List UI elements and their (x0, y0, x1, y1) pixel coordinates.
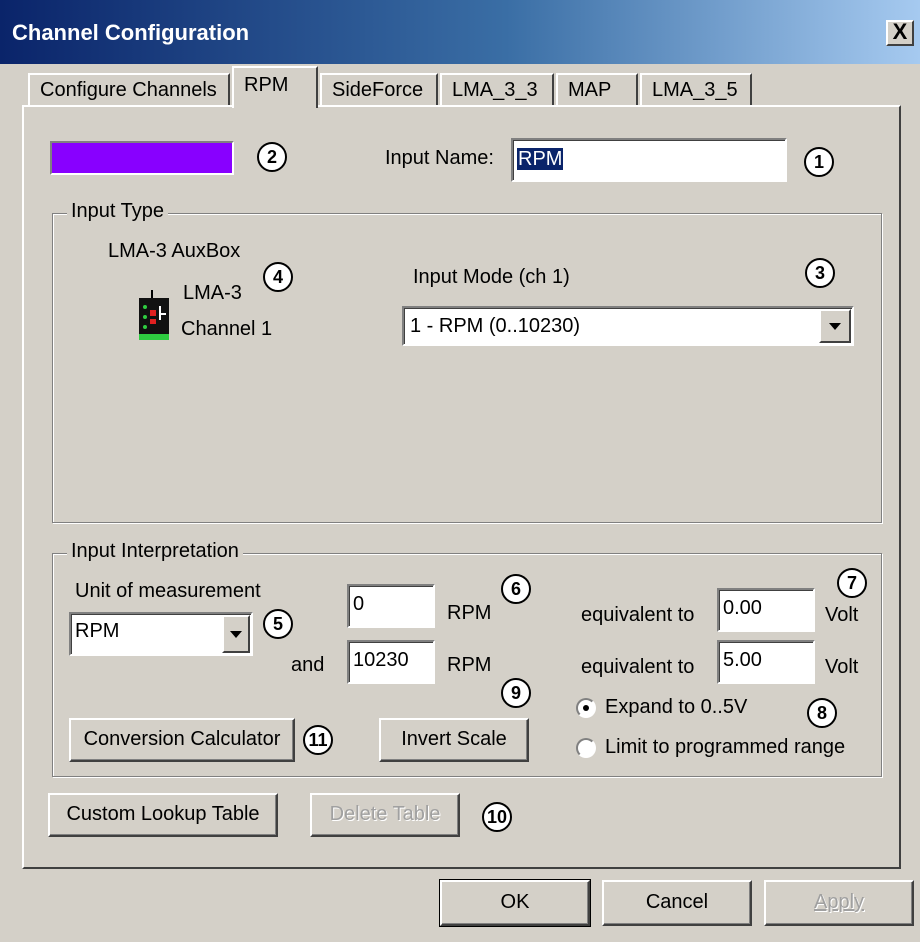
tab-label: Configure Channels (40, 79, 217, 101)
apply-button[interactable]: Apply (764, 880, 914, 926)
input-mode-label: Input Mode (ch 1) (413, 266, 570, 288)
input-type-legend: Input Type (67, 200, 169, 223)
range-max-field[interactable]: 10230 (347, 640, 435, 684)
input-name-label: Input Name: (385, 147, 494, 169)
radio-limit-label[interactable]: Limit to programmed range (605, 736, 845, 759)
tab-label: SideForce (332, 79, 424, 101)
chevron-down-icon (829, 323, 841, 330)
radio-selected-dot (583, 705, 589, 711)
tab-lma-3-5[interactable]: LMA_3_5 (640, 73, 752, 105)
range-max-unit: RPM (447, 654, 492, 676)
equivalent-to-label-1: equivalent to (581, 604, 695, 626)
volt-min-value: 0.00 (723, 597, 762, 619)
radio-limit[interactable] (576, 738, 596, 758)
tab-label: MAP (568, 79, 612, 101)
tab-map[interactable]: MAP (556, 73, 638, 105)
callout-marker-10: 10 (482, 802, 512, 832)
radio-expand-label[interactable]: Expand to 0..5V (605, 696, 747, 719)
cancel-button[interactable]: Cancel (602, 880, 752, 926)
input-name-field[interactable]: RPM (511, 138, 787, 182)
invert-scale-button[interactable]: Invert Scale (379, 718, 529, 762)
range-max-value: 10230 (353, 649, 409, 671)
tab-label: LMA_3_5 (652, 79, 738, 101)
window-title: Channel Configuration (12, 20, 250, 45)
ok-button[interactable]: OK (439, 879, 591, 927)
input-mode-dropdown-button[interactable] (819, 309, 851, 343)
radio-expand[interactable] (576, 698, 596, 718)
callout-marker-11: 11 (303, 725, 333, 755)
unit-of-measurement-value: RPM (75, 620, 120, 642)
unit-of-measurement-select[interactable]: RPM (69, 612, 253, 656)
tab-sideforce[interactable]: SideForce (320, 73, 438, 105)
callout-marker-8: 8 (807, 698, 837, 728)
callout-marker-3: 3 (805, 258, 835, 288)
callout-marker-6: 6 (501, 574, 531, 604)
callout-marker-5: 5 (263, 609, 293, 639)
lma3-device-icon (137, 290, 171, 342)
tab-lma-3-3[interactable]: LMA_3_3 (440, 73, 554, 105)
input-mode-value: 1 - RPM (0..10230) (410, 315, 581, 337)
range-min-unit: RPM (447, 602, 492, 624)
tab-label: RPM (244, 74, 289, 96)
input-interpretation-legend: Input Interpretation (67, 540, 243, 563)
range-min-value: 0 (353, 593, 365, 615)
unit-dropdown-button[interactable] (222, 615, 250, 653)
input-mode-select[interactable]: 1 - RPM (0..10230) (402, 306, 854, 346)
custom-lookup-table-button[interactable]: Custom Lookup Table (48, 793, 278, 837)
tab-configure-channels[interactable]: Configure Channels (28, 73, 230, 105)
and-label: and (291, 654, 325, 676)
title-bar: Channel Configuration X (0, 0, 920, 64)
equivalent-to-label-2: equivalent to (581, 656, 695, 678)
callout-marker-7: 7 (837, 568, 867, 598)
tab-rpm[interactable]: RPM (232, 66, 318, 108)
callout-marker-2: 2 (257, 142, 287, 172)
device-title: LMA-3 AuxBox (108, 240, 241, 262)
device-name: LMA-3 (183, 282, 242, 304)
volt-max-value: 5.00 (723, 649, 762, 671)
volt-unit-2: Volt (825, 656, 859, 678)
input-name-value: RPM (517, 148, 564, 170)
callout-marker-1: 1 (804, 147, 834, 177)
range-min-field[interactable]: 0 (347, 584, 435, 628)
callout-marker-9: 9 (501, 678, 531, 708)
input-interpretation-group: Input Interpretation Unit of measurement… (52, 540, 882, 777)
delete-table-button[interactable]: Delete Table (310, 793, 460, 837)
unit-of-measurement-label: Unit of measurement (75, 580, 261, 602)
chevron-down-icon (230, 631, 242, 638)
tab-label: LMA_3_3 (452, 79, 538, 101)
channel-color-swatch[interactable] (50, 141, 234, 175)
tab-panel-rpm: 2 Input Name: RPM 1 Input Type LMA-3 Aux… (22, 105, 901, 869)
close-button[interactable]: X (886, 20, 914, 46)
volt-unit-1: Volt (825, 604, 859, 626)
conversion-calculator-button[interactable]: Conversion Calculator (69, 718, 295, 762)
callout-marker-4: 4 (263, 262, 293, 292)
volt-max-field[interactable]: 5.00 (717, 640, 815, 684)
input-type-group: Input Type LMA-3 AuxBox 4 LMA-3 Channel … (52, 200, 882, 523)
volt-min-field[interactable]: 0.00 (717, 588, 815, 632)
device-channel: Channel 1 (181, 318, 273, 340)
